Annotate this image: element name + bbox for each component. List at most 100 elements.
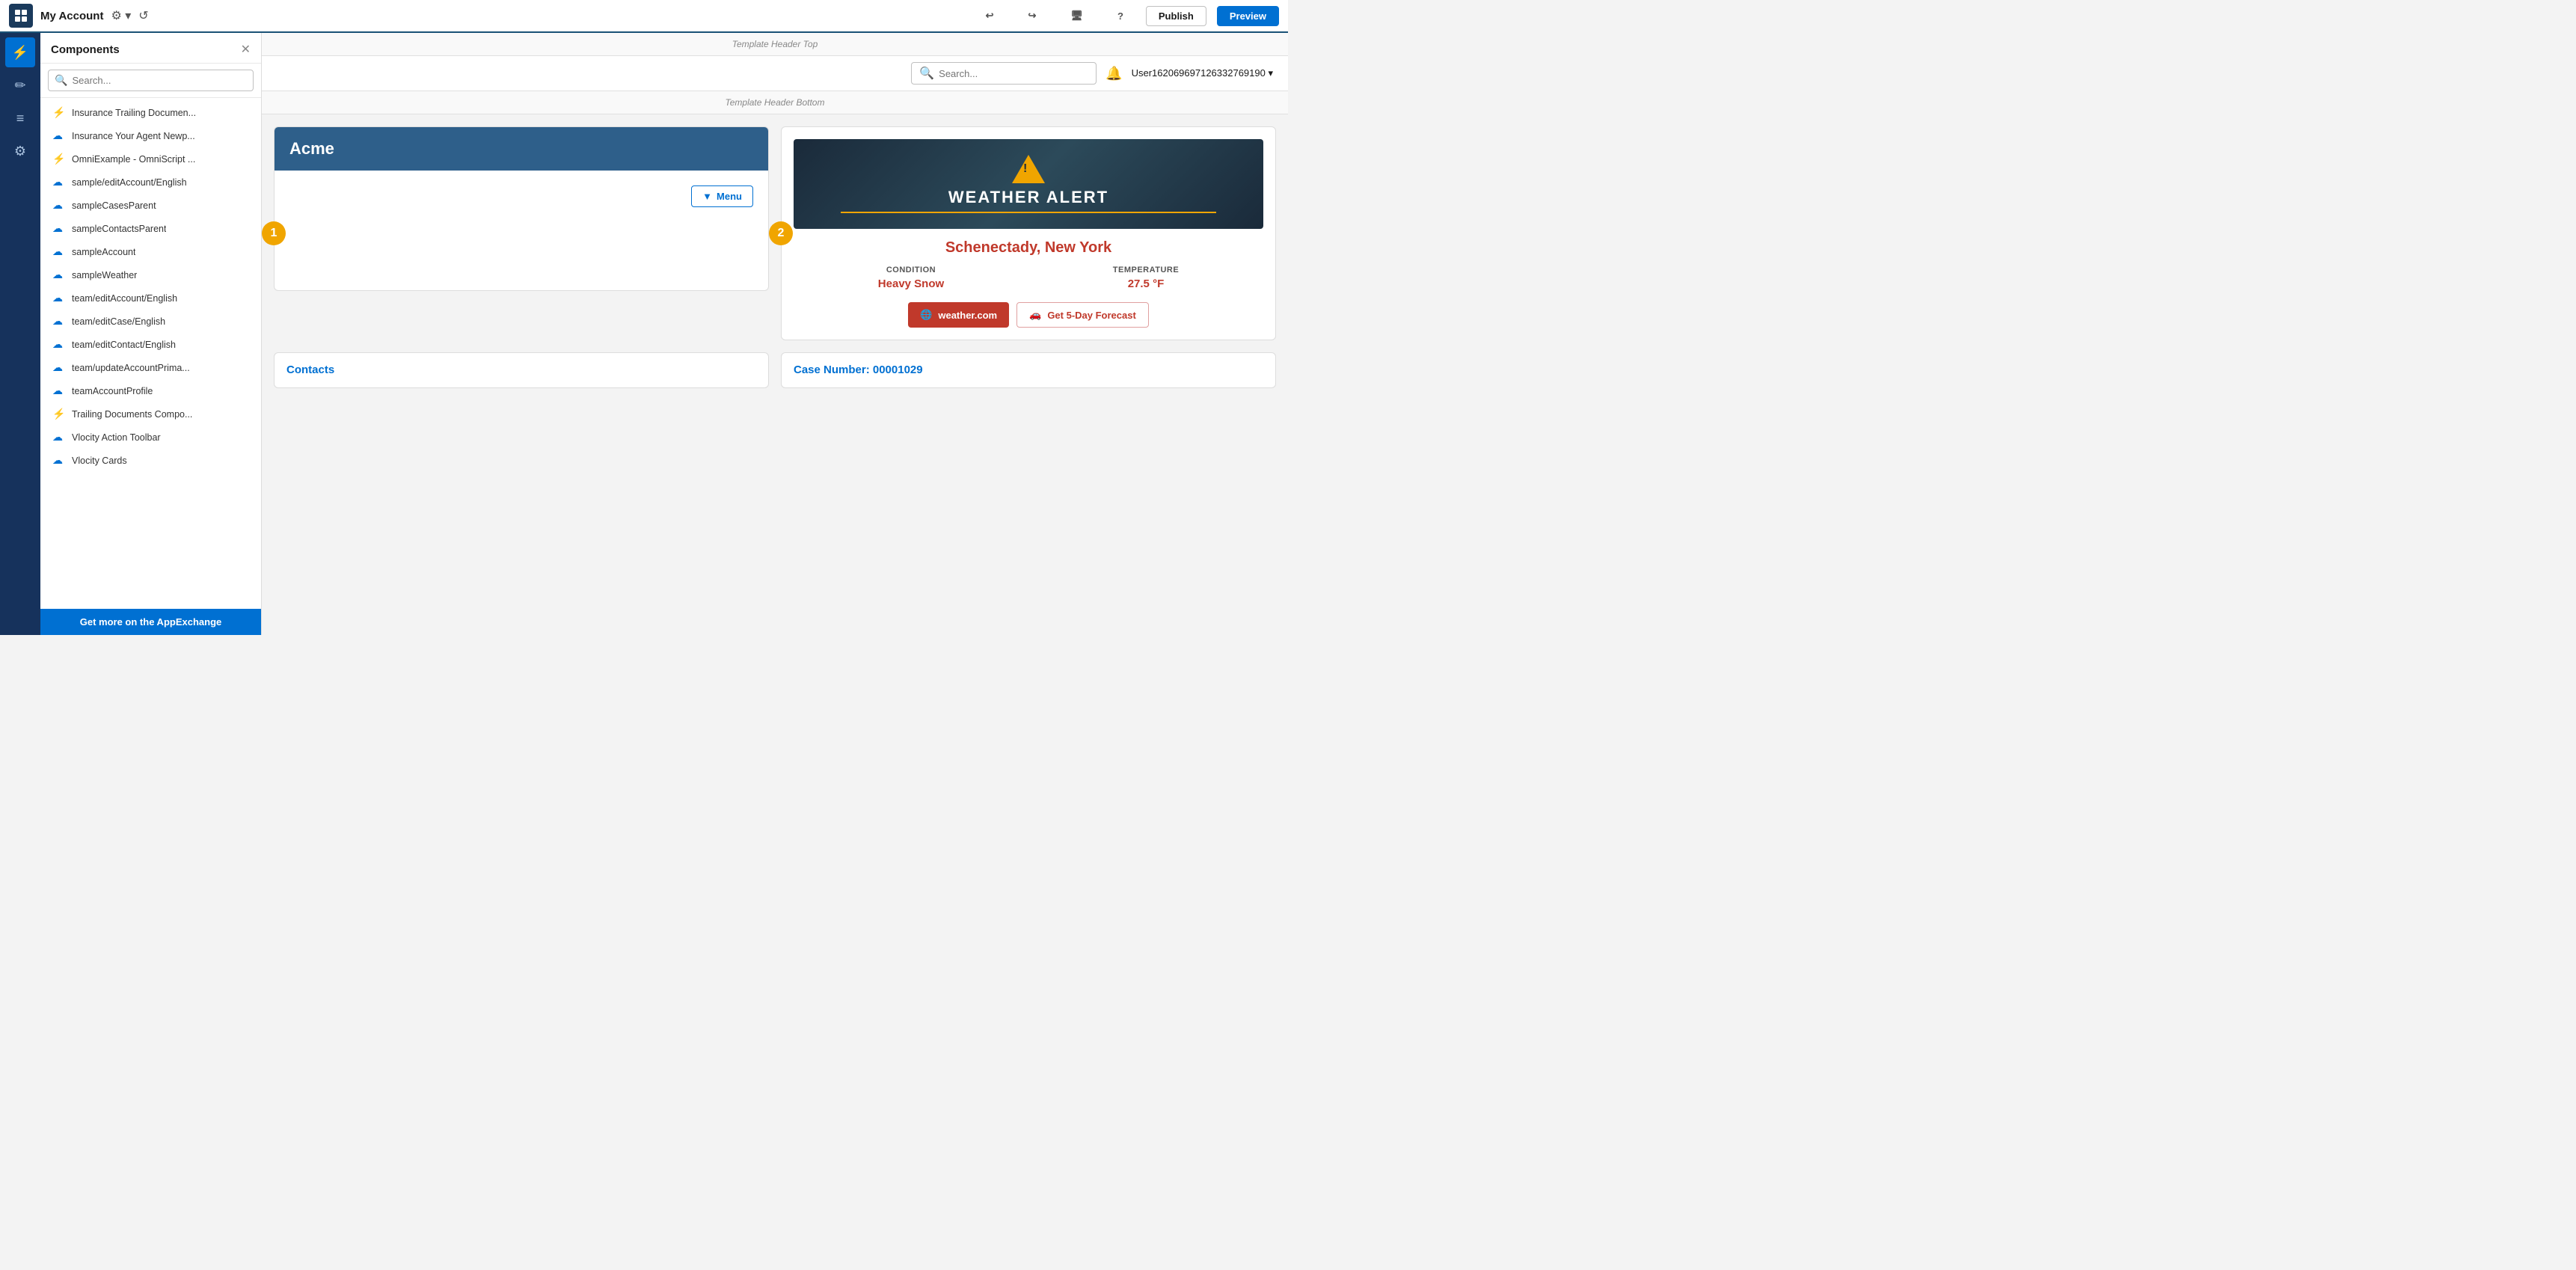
menu-button[interactable]: ▼ Menu — [691, 185, 753, 207]
cloud-icon: ☁ — [52, 269, 66, 281]
account-card: Acme ▼ Menu — [274, 126, 769, 291]
lightning-icon: ⚡ — [52, 408, 66, 420]
cloud-icon: ☁ — [52, 384, 66, 397]
close-panel-button[interactable]: ✕ — [241, 42, 251, 57]
list-item[interactable]: ☁ sampleCasesParent — [40, 194, 261, 217]
cloud-icon: ☁ — [52, 222, 66, 235]
list-item[interactable]: ☁team/editCase/English — [40, 310, 261, 333]
cloud-icon: ☁ — [52, 176, 66, 188]
account-card-wrapper: 1 Acme ▼ Menu — [274, 126, 769, 340]
weather-com-label: weather.com — [938, 310, 997, 321]
undo-button[interactable]: ↩ — [974, 6, 1006, 25]
menu-arrow-icon: ▼ — [702, 191, 712, 202]
sidebar-item-lightning[interactable]: ⚡ — [5, 37, 35, 67]
component-name: sampleCasesParent — [72, 200, 156, 211]
weather-com-button[interactable]: 🌐 weather.com — [908, 302, 1009, 328]
list-item[interactable]: ☁ teamAccountProfile — [40, 379, 261, 402]
list-item[interactable]: ☁Insurance Your Agent Newp... — [40, 124, 261, 147]
component-name: Insurance Your Agent Newp... — [72, 131, 195, 141]
publish-button[interactable]: Publish — [1146, 6, 1206, 26]
search-box: 🔍 — [48, 70, 254, 91]
weather-alert-image: WEATHER ALERT — [794, 139, 1263, 229]
list-item[interactable]: ☁sampleAccount — [40, 240, 261, 263]
desktop-icon[interactable]: 🖥 — [1058, 6, 1095, 25]
list-item[interactable]: ☁sampleWeather — [40, 263, 261, 286]
list-item[interactable]: ⚡ OmniExample - OmniScript ... — [40, 147, 261, 171]
list-item[interactable]: ☁ sampleContactsParent — [40, 217, 261, 240]
component-name: sample/editAccount/English — [72, 177, 187, 188]
forecast-icon: 🚗 — [1029, 309, 1041, 321]
account-name: Acme — [275, 127, 768, 171]
components-list: ⚡Insurance Trailing Documen...☁Insurance… — [40, 98, 261, 609]
page-title: My Account — [40, 10, 103, 22]
main-content-grid: 1 Acme ▼ Menu 2 — [262, 114, 1288, 352]
component-name: OmniExample - OmniScript ... — [72, 154, 195, 165]
forecast-button[interactable]: 🚗 Get 5-Day Forecast — [1016, 302, 1149, 328]
weather-city: Schenectady, New York — [794, 239, 1263, 257]
menu-button-label: Menu — [717, 191, 742, 202]
temperature-label: TEMPERATURE — [1113, 266, 1179, 274]
temperature-col: TEMPERATURE 27.5 °F — [1113, 266, 1179, 290]
account-card-body: ▼ Menu — [275, 171, 768, 290]
top-bar: My Account ⚙ ▾ ↺ ↩ ↪ 🖥 ? Publish Preview — [0, 0, 1288, 33]
component-name: Trailing Documents Compo... — [72, 409, 192, 420]
list-item[interactable]: ☁team/updateAccountPrima... — [40, 356, 261, 379]
contacts-card: Contacts — [274, 352, 769, 388]
alert-underline — [841, 212, 1216, 213]
list-item[interactable]: ⚡ Trailing Documents Compo... — [40, 402, 261, 426]
lightning-icon: ⚡ — [52, 153, 66, 165]
condition-value: Heavy Snow — [878, 277, 944, 290]
sidebar-item-list[interactable]: ≡ — [5, 103, 35, 133]
list-item[interactable]: ☁team/editContact/English — [40, 333, 261, 356]
globe-icon: 🌐 — [920, 309, 932, 321]
help-icon[interactable]: ? — [1105, 7, 1135, 25]
badge-2: 2 — [769, 221, 793, 245]
main-layout: ⚡ ✏ ≡ ⚙ Components ✕ 🔍 ⚡Insurance Traili… — [0, 33, 1288, 635]
components-panel: Components ✕ 🔍 ⚡Insurance Trailing Docum… — [40, 33, 262, 635]
nav-search-input[interactable] — [939, 68, 1088, 79]
cloud-icon: ☁ — [52, 361, 66, 374]
gear-icon[interactable]: ⚙ ▾ — [111, 8, 131, 23]
redo-button[interactable]: ↪ — [1016, 6, 1049, 25]
component-name: team/editCase/English — [72, 316, 165, 327]
cloud-icon: ☁ — [52, 292, 66, 304]
lightning-icon: ⚡ — [52, 106, 66, 119]
badge-1: 1 — [262, 221, 286, 245]
weather-details: CONDITION Heavy Snow TEMPERATURE 27.5 °F — [794, 266, 1263, 290]
case-number-title: Case Number: 00001029 — [794, 363, 923, 376]
template-header-top: Template Header Top — [262, 33, 1288, 56]
contacts-title: Contacts — [286, 363, 334, 376]
top-bar-right: ↩ ↪ 🖥 ? Publish Preview — [974, 6, 1279, 26]
component-name: sampleAccount — [72, 247, 135, 257]
component-name: Vlocity Cards — [72, 455, 127, 466]
appexchange-button[interactable]: Get more on the AppExchange — [40, 609, 261, 635]
nav-search-box: 🔍 — [911, 62, 1097, 85]
search-input[interactable] — [72, 75, 247, 86]
list-item[interactable]: ☁ sample/editAccount/English — [40, 171, 261, 194]
component-name: sampleContactsParent — [72, 224, 166, 234]
bottom-grid: Contacts Case Number: 00001029 — [262, 352, 1288, 400]
component-name: team/editAccount/English — [72, 293, 177, 304]
component-name: teamAccountProfile — [72, 386, 153, 396]
list-item[interactable]: ⚡Insurance Trailing Documen... — [40, 101, 261, 124]
list-item[interactable]: ☁ team/editAccount/English — [40, 286, 261, 310]
app-icon — [9, 4, 33, 28]
condition-col: CONDITION Heavy Snow — [878, 266, 944, 290]
user-menu[interactable]: User1620696971263327691​90 ▾ — [1132, 67, 1273, 79]
cloud-icon: ☁ — [52, 338, 66, 351]
preview-button[interactable]: Preview — [1217, 6, 1279, 26]
weather-card-wrapper: 2 WEATHER ALERT Schenectady, New York CO… — [781, 126, 1276, 340]
notification-bell-icon[interactable]: 🔔 — [1105, 66, 1122, 82]
refresh-icon[interactable]: ↺ — [138, 8, 148, 23]
warning-triangle-icon — [1012, 155, 1045, 183]
sidebar-item-settings[interactable]: ⚙ — [5, 136, 35, 166]
icon-sidebar: ⚡ ✏ ≡ ⚙ — [0, 33, 40, 635]
forecast-label: Get 5-Day Forecast — [1047, 310, 1136, 321]
cloud-icon: ☁ — [52, 431, 66, 444]
list-item[interactable]: ☁ Vlocity Action Toolbar — [40, 426, 261, 449]
sidebar-item-edit[interactable]: ✏ — [5, 70, 35, 100]
component-name: Vlocity Action Toolbar — [72, 432, 161, 443]
top-bar-left: My Account ⚙ ▾ ↺ — [9, 4, 149, 28]
list-item[interactable]: ☁Vlocity Cards — [40, 449, 261, 472]
cloud-icon: ☁ — [52, 199, 66, 212]
